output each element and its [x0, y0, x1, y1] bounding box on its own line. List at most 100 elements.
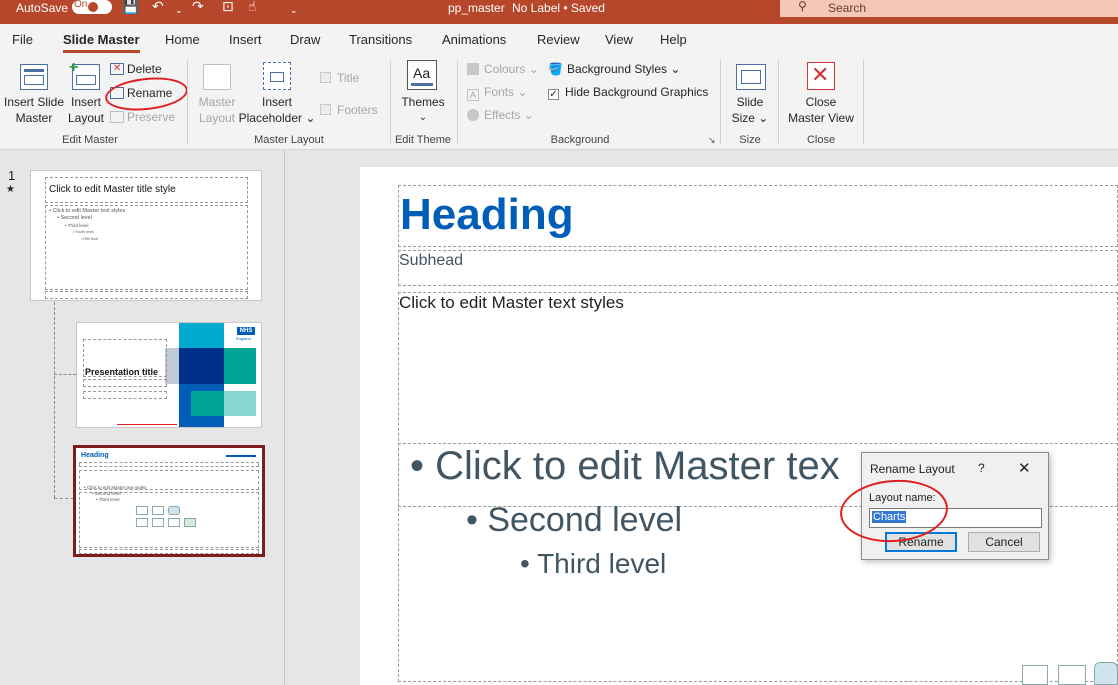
dialog-title: Rename Layout: [870, 462, 955, 476]
layout-tree-connector: [54, 302, 55, 498]
tab-file[interactable]: File: [12, 32, 33, 47]
search-box[interactable]: ⚲ Search: [780, 0, 1118, 17]
group-master-layout-label: Master Layout: [254, 134, 324, 146]
effects-icon: [467, 109, 479, 121]
insert-icons-icon[interactable]: [1094, 662, 1118, 685]
insert-slide-master-label-1: Insert Slide: [3, 95, 65, 109]
help-icon[interactable]: ?: [978, 461, 985, 475]
preserve-button[interactable]: Preserve: [110, 109, 175, 125]
title-layout-thumbnail[interactable]: NHS England Presentation title: [76, 322, 262, 428]
insert-layout-label-2: Layout: [67, 111, 105, 125]
master-layout-icon: [203, 64, 231, 90]
checkmark-icon: ✓: [548, 89, 559, 100]
preserve-label: Preserve: [127, 110, 176, 124]
master-thumb-level: • Third level: [65, 223, 89, 228]
insert-slide-master-label-2: Master: [15, 111, 53, 125]
autosave-label: AutoSave: [16, 1, 69, 15]
ribbon-separator: [863, 60, 864, 144]
colours-label: Colours: [484, 62, 526, 76]
title-checkbox-box: [320, 72, 331, 83]
slide-subhead: Subhead: [399, 252, 464, 269]
tab-home[interactable]: Home: [165, 32, 200, 47]
search-icon: ⚲: [798, 0, 807, 13]
delete-button[interactable]: ✕ Delete: [110, 61, 162, 77]
ribbon-separator: [720, 60, 721, 144]
presenter-icon[interactable]: ⊡: [222, 0, 234, 14]
master-layout-button[interactable]: Master Layout: [192, 94, 242, 126]
background-styles-label: Background Styles: [566, 62, 668, 76]
insert-online-picture-icon[interactable]: [1058, 665, 1086, 685]
background-styles-button[interactable]: 🪣 Background Styles ⌄: [548, 61, 680, 77]
nhs-logo: NHS: [237, 327, 255, 335]
slide-level2-text: • Second level: [466, 501, 683, 539]
themes-label: Themes: [401, 95, 445, 109]
insert-layout-button[interactable]: Insert Layout: [64, 94, 108, 126]
hide-background-graphics-label: Hide Background Graphics: [565, 85, 709, 99]
master-thumb-title: Click to edit Master title style: [49, 184, 176, 195]
charts-layout-thumbnail[interactable]: Heading • Click to edit Master text styl…: [73, 445, 265, 557]
colours-button[interactable]: Colours ⌄: [467, 61, 539, 77]
chevron-down-icon: ⌄: [418, 112, 428, 123]
layout3-thumb-body: • Click to edit Master text styles • Sec…: [84, 485, 146, 503]
insert-placeholder-button[interactable]: Insert Placeholder ⌄: [238, 94, 316, 126]
autosave-toggle[interactable]: On: [72, 0, 112, 14]
chart-placeholder-icons: [136, 506, 202, 528]
ribbon-separator: [390, 60, 391, 144]
tab-animations[interactable]: Animations: [442, 32, 506, 47]
tab-help[interactable]: Help: [660, 32, 687, 47]
slide-size-button[interactable]: Slide Size ⌄: [728, 94, 772, 126]
master-thumb-level: • Second level: [57, 215, 92, 221]
insert-picture-icon[interactable]: [1022, 665, 1048, 685]
slide-number: 1: [8, 168, 16, 183]
tab-review[interactable]: Review: [537, 32, 580, 47]
layout3-thumb-level: • Third level: [96, 497, 120, 502]
hide-background-graphics-checkbox[interactable]: ✓ Hide Background Graphics: [548, 84, 708, 100]
title-checkbox-label: Title: [337, 71, 360, 85]
effects-button[interactable]: Effects ⌄: [467, 107, 534, 123]
slide-size-icon: [736, 64, 766, 90]
tab-slide-master[interactable]: Slide Master: [63, 32, 140, 53]
slide-size-label-1: Slide: [736, 95, 764, 109]
insert-slide-master-icon: [20, 64, 48, 90]
insert-slide-master-button[interactable]: Insert Slide Master: [2, 94, 66, 126]
title-checkbox[interactable]: Title: [320, 70, 359, 86]
close-master-view-label-2: Master View: [788, 111, 854, 125]
footers-checkbox[interactable]: Footers: [320, 102, 378, 118]
nhs-logo-subtitle: England: [236, 336, 251, 341]
tab-draw[interactable]: Draw: [290, 32, 320, 47]
themes-button[interactable]: Themes ⌄: [398, 94, 448, 126]
layout2-thumb-title: Presentation title: [85, 367, 159, 377]
tab-transitions[interactable]: Transitions: [349, 32, 412, 47]
slide-thumbnail-pane: 1 ★ Click to edit Master title style • C…: [0, 150, 285, 685]
customize-toolbar-icon[interactable]: ⌄: [290, 2, 298, 18]
footers-checkbox-box: [320, 104, 331, 115]
master-thumb-body: • Click to edit Master text styles • Sec…: [49, 208, 125, 243]
save-icon[interactable]: 💾: [122, 0, 139, 14]
label-status[interactable]: No Label • Saved: [512, 0, 605, 16]
autosave-state: On: [74, 0, 88, 10]
slide-level3-text: • Third level: [520, 548, 667, 579]
close-master-view-icon: ✕: [807, 62, 835, 90]
chevron-down-icon: ⌄: [514, 85, 528, 99]
insert-placeholder-label-2: Placeholder: [238, 111, 302, 125]
redo-icon[interactable]: ↷: [192, 0, 204, 14]
close-master-view-label-1: Close: [805, 95, 837, 109]
layout-tree-connector: [54, 498, 74, 499]
close-master-view-button[interactable]: Close Master View: [784, 94, 858, 126]
cancel-button[interactable]: Cancel: [968, 532, 1040, 552]
touch-mode-icon[interactable]: ☝: [248, 0, 257, 14]
undo-icon[interactable]: ↶: [152, 0, 164, 14]
group-background-label: Background: [550, 134, 610, 146]
ribbon-separator: [778, 60, 779, 144]
undo-dropdown-icon[interactable]: ⌄: [175, 2, 183, 18]
subhead-placeholder[interactable]: [398, 250, 1118, 286]
master-thumbnail[interactable]: Click to edit Master title style • Click…: [30, 170, 262, 301]
fonts-button[interactable]: A Fonts ⌄: [467, 84, 527, 101]
tab-insert[interactable]: Insert: [229, 32, 262, 47]
close-icon[interactable]: ✕: [1018, 459, 1031, 477]
tab-view[interactable]: View: [605, 32, 633, 47]
chevron-down-icon: ⌄: [520, 108, 534, 122]
fonts-label: Fonts: [484, 85, 515, 99]
dialog-launcher-icon[interactable]: ↘: [708, 135, 716, 146]
insert-placeholder-label-1: Insert: [261, 95, 292, 109]
